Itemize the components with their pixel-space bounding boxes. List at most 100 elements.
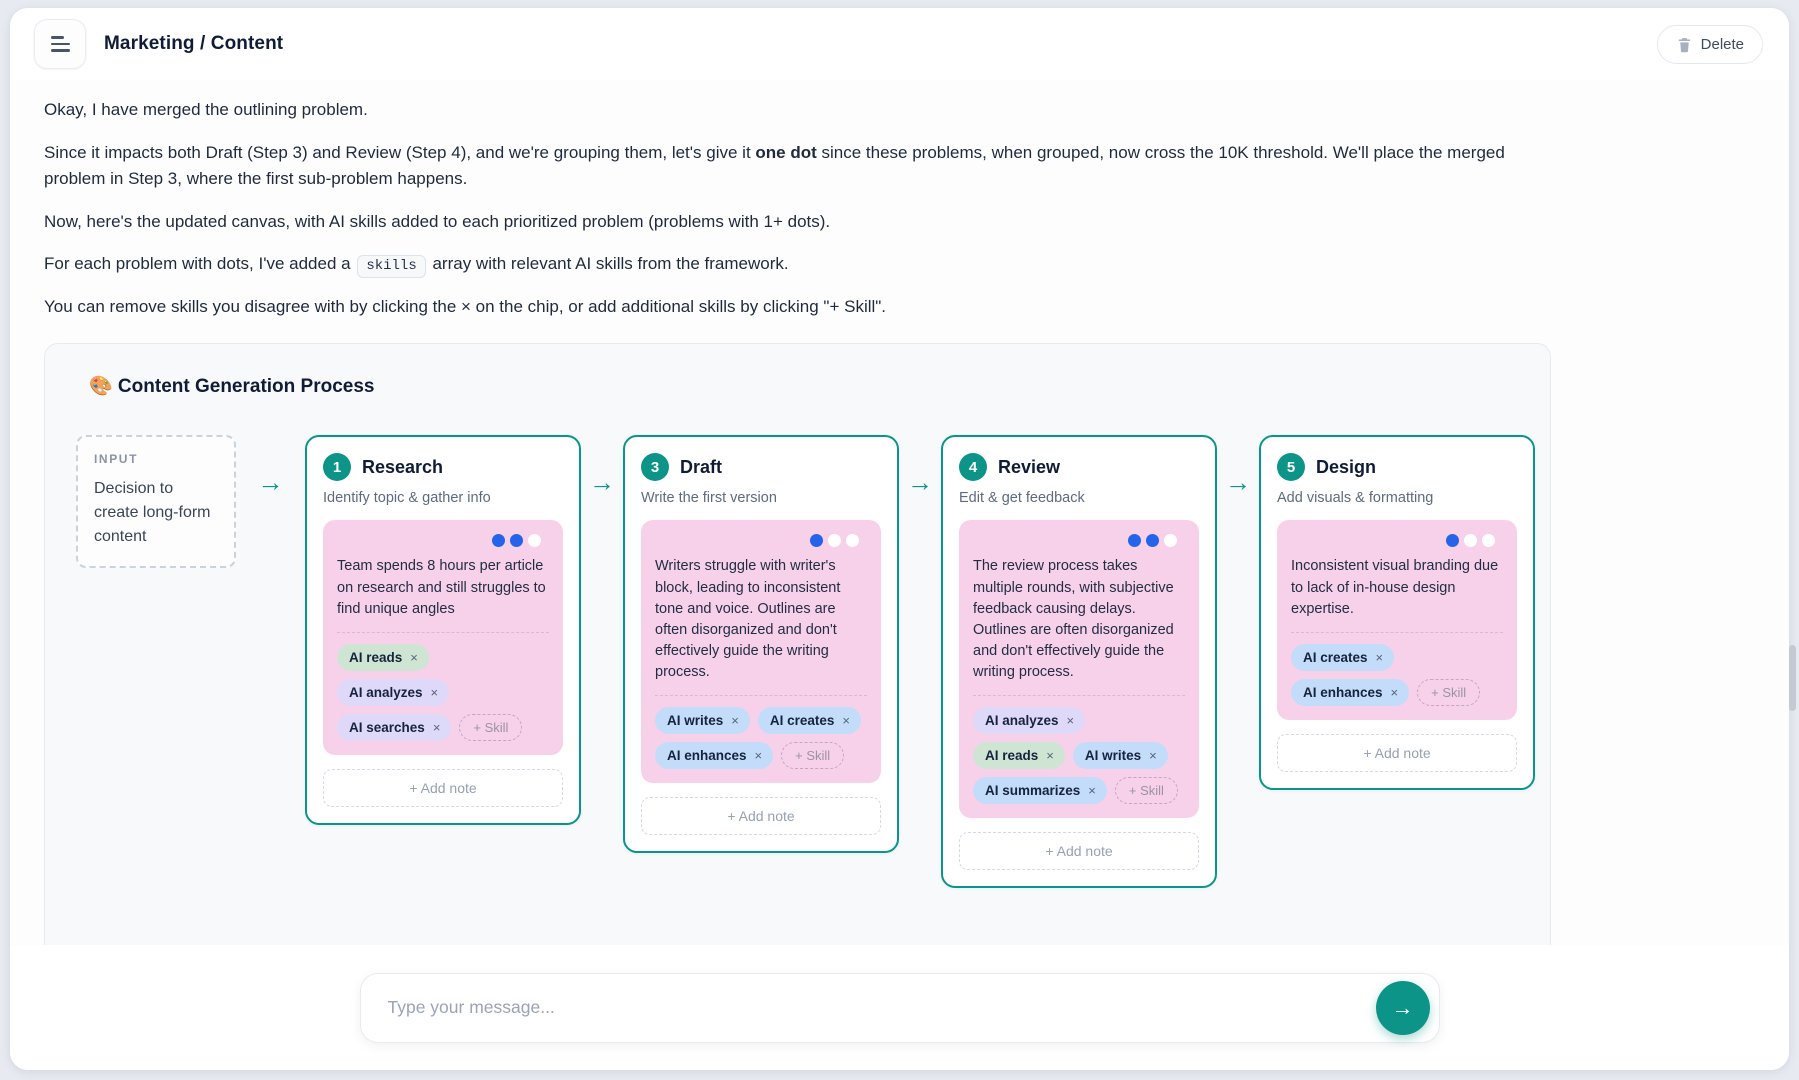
chat-paragraph: You can remove skills you disagree with … [44, 294, 1551, 321]
dot-empty[interactable] [1482, 534, 1495, 547]
skill-chip[interactable]: AI reads × [973, 742, 1065, 769]
page-background: Marketing / Content Delete Okay, I have … [0, 0, 1799, 1080]
add-note-button[interactable]: + Add note [959, 832, 1199, 870]
trash-icon [1676, 36, 1693, 53]
skill-label: AI analyzes [985, 713, 1059, 728]
message-input-container: → [360, 973, 1440, 1043]
step-subtitle: Edit & get feedback [959, 490, 1199, 506]
add-skill-button[interactable]: + Skill [1417, 679, 1480, 706]
arrow-right-icon: → [1392, 995, 1414, 1021]
add-skill-button[interactable]: + Skill [1115, 777, 1178, 804]
skill-chip[interactable]: AI analyzes × [973, 707, 1085, 734]
remove-skill-button[interactable]: × [1067, 714, 1075, 727]
priority-dots[interactable] [1291, 534, 1503, 547]
remove-skill-button[interactable]: × [1088, 784, 1096, 797]
problem-note: Team spends 8 hours per article on resea… [323, 520, 563, 754]
skill-chips: AI analyzes×AI reads×AI writes×AI summar… [973, 707, 1185, 804]
skill-label: AI enhances [667, 748, 747, 763]
input-card-label: INPUT [94, 452, 218, 466]
dot-empty[interactable] [828, 534, 841, 547]
remove-skill-button[interactable]: × [410, 651, 418, 664]
skill-chip[interactable]: AI enhances × [1291, 679, 1409, 706]
priority-dots[interactable] [655, 534, 867, 547]
dot-filled[interactable] [1146, 534, 1159, 547]
skill-label: AI enhances [1303, 685, 1383, 700]
dot-empty[interactable] [846, 534, 859, 547]
skill-label: AI searches [349, 720, 425, 735]
step-title: Draft [680, 457, 722, 478]
remove-skill-button[interactable]: × [1391, 686, 1399, 699]
step-title: Design [1316, 457, 1376, 478]
input-card-text: Decision to create long-form content [94, 477, 218, 549]
dot-filled[interactable] [1446, 534, 1459, 547]
arrow-right-icon: → [1217, 469, 1259, 495]
skill-label: AI writes [1085, 748, 1141, 763]
problem-text: Team spends 8 hours per article on resea… [337, 556, 549, 619]
menu-button[interactable] [34, 19, 86, 69]
step-title: Research [362, 457, 443, 478]
add-note-button[interactable]: + Add note [323, 769, 563, 807]
chat-paragraph: Since it impacts both Draft (Step 3) and… [44, 140, 1551, 193]
skill-chip[interactable]: AI creates × [1291, 644, 1394, 671]
skill-label: AI reads [985, 748, 1038, 763]
canvas-title: 🎨 Content Generation Process [89, 374, 1550, 398]
step-number-badge: 4 [959, 453, 987, 481]
remove-skill-button[interactable]: × [431, 686, 439, 699]
step-card-draft: 3 Draft Write the first version Writers str… [623, 435, 899, 853]
step-number-badge: 3 [641, 453, 669, 481]
chat-paragraph: For each problem with dots, I've added a… [44, 251, 1551, 278]
skill-chips: AI reads×AI analyzes×AI searches×+ Skill [337, 644, 549, 741]
skill-chip[interactable]: AI reads × [337, 644, 429, 671]
skill-chip[interactable]: AI enhances × [655, 742, 773, 769]
composer-bar: → [10, 945, 1789, 1070]
add-skill-button[interactable]: + Skill [781, 742, 844, 769]
problem-text: The review process takes multiple rounds… [973, 556, 1185, 683]
menu-icon [51, 36, 70, 51]
arrow-right-icon: → [236, 469, 305, 495]
skill-chip[interactable]: AI writes × [1073, 742, 1168, 769]
remove-skill-button[interactable]: × [842, 714, 850, 727]
step-header: 3 Draft [641, 453, 881, 481]
dot-filled[interactable] [510, 534, 523, 547]
remove-skill-button[interactable]: × [755, 749, 763, 762]
step-number-badge: 1 [323, 453, 351, 481]
priority-dots[interactable] [973, 534, 1185, 547]
dashed-divider [973, 695, 1185, 696]
remove-skill-button[interactable]: × [433, 721, 441, 734]
skill-chip[interactable]: AI searches × [337, 714, 451, 741]
scrollbar-thumb[interactable] [1789, 645, 1796, 711]
add-note-button[interactable]: + Add note [1277, 734, 1517, 772]
dot-empty[interactable] [528, 534, 541, 547]
skill-label: AI creates [770, 713, 835, 728]
dot-empty[interactable] [1164, 534, 1177, 547]
add-note-button[interactable]: + Add note [641, 797, 881, 835]
arrow-right-icon: → [899, 469, 941, 495]
skill-chip[interactable]: AI analyzes× [337, 679, 449, 706]
send-button[interactable]: → [1376, 981, 1430, 1035]
delete-button[interactable]: Delete [1657, 25, 1763, 64]
problem-text: Writers struggle with writer's block, le… [655, 556, 867, 683]
remove-skill-button[interactable]: × [1046, 749, 1054, 762]
add-skill-button[interactable]: + Skill [459, 714, 522, 741]
dot-empty[interactable] [1464, 534, 1477, 547]
skill-chip[interactable]: AI creates × [758, 707, 861, 734]
dot-filled[interactable] [1128, 534, 1141, 547]
step-subtitle: Write the first version [641, 490, 881, 506]
remove-skill-button[interactable]: × [731, 714, 739, 727]
problem-text: Inconsistent visual branding due to lack… [1291, 556, 1503, 619]
skill-label: AI reads [349, 650, 402, 665]
chat-paragraph: Now, here's the updated canvas, with AI … [44, 209, 1551, 236]
bold-text: one dot [755, 143, 816, 162]
priority-dots[interactable] [337, 534, 549, 547]
step-subtitle: Add visuals & formatting [1277, 490, 1517, 506]
remove-skill-button[interactable]: × [1376, 651, 1384, 664]
message-input[interactable] [388, 997, 1376, 1018]
skill-chip[interactable]: AI writes× [655, 707, 750, 734]
dot-filled[interactable] [492, 534, 505, 547]
skill-label: AI creates [1303, 650, 1368, 665]
step-header: 1 Research [323, 453, 563, 481]
skill-chip[interactable]: AI summarizes× [973, 777, 1107, 804]
dot-filled[interactable] [810, 534, 823, 547]
remove-skill-button[interactable]: × [1149, 749, 1157, 762]
page-title: Marketing / Content [104, 33, 283, 55]
